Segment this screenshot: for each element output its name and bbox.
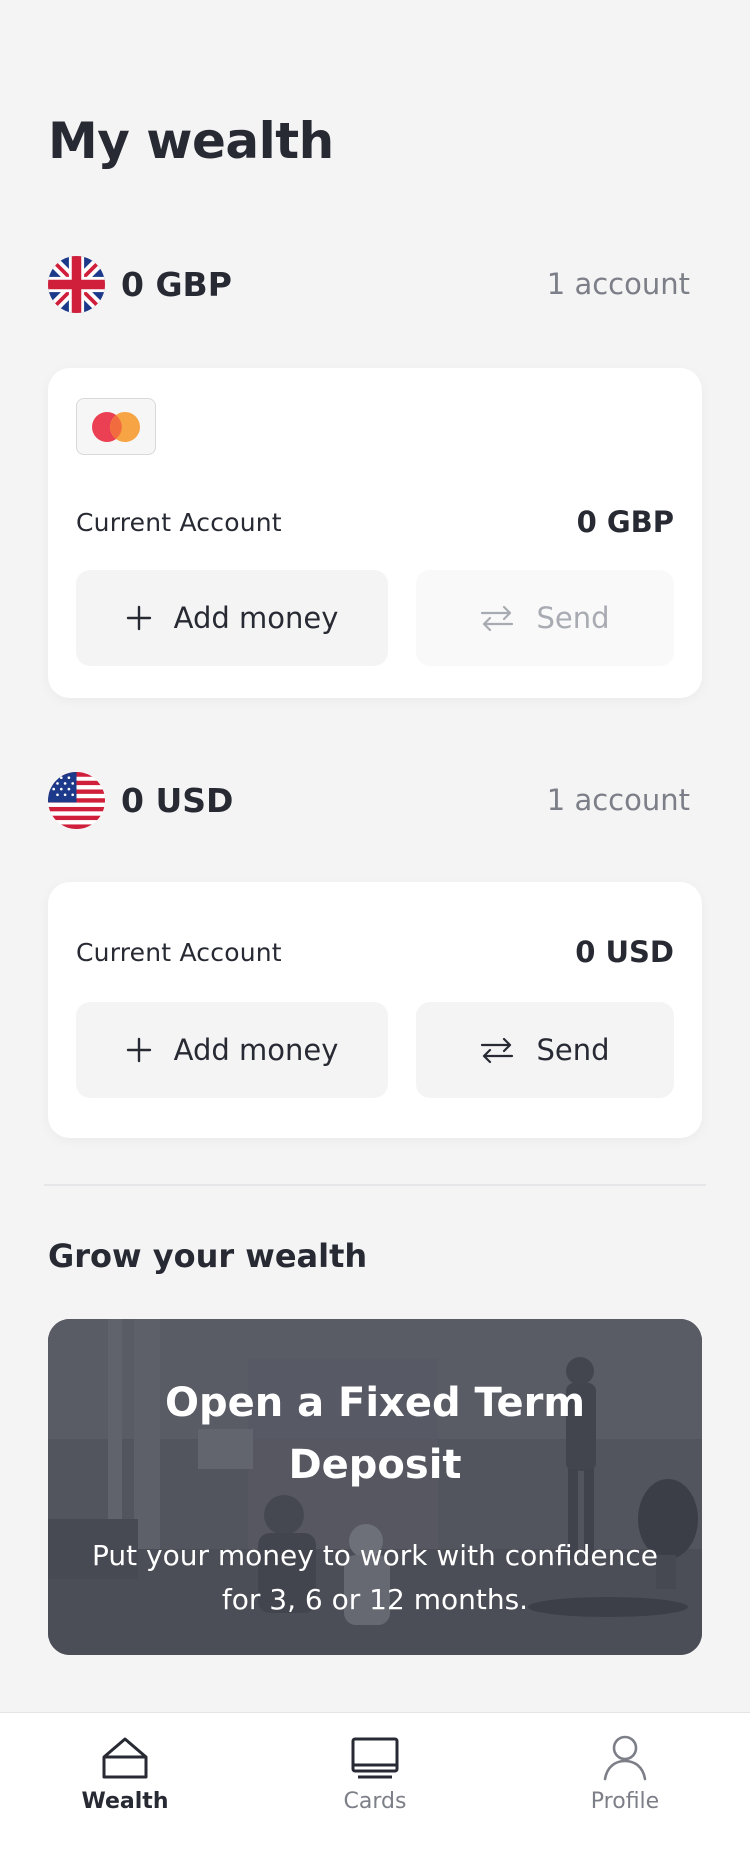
account-name: Current Account — [76, 507, 282, 537]
account-row: Current Account 0 USD — [76, 932, 674, 972]
uk-flag-icon — [48, 255, 105, 313]
account-count: 1 account — [546, 783, 690, 817]
account-balance: 0 USD — [575, 935, 674, 969]
plus-icon — [126, 605, 152, 631]
account-count: 1 account — [546, 267, 690, 301]
mastercard-icon — [76, 398, 156, 455]
grow-section-title: Grow your wealth — [48, 1237, 368, 1275]
bottom-tab-bar: Wealth Cards Profile — [0, 1712, 750, 1860]
add-money-label: Add money — [173, 1033, 339, 1067]
add-money-button[interactable]: Add money — [76, 570, 388, 666]
account-card-usd[interactable]: Current Account 0 USD Add money Send — [48, 882, 702, 1138]
account-card-gbp[interactable]: Current Account 0 GBP Add money Send — [48, 368, 702, 698]
tab-profile[interactable]: Profile — [545, 1727, 705, 1837]
person-icon — [600, 1727, 650, 1781]
currency-total: 0 USD — [121, 780, 234, 820]
page-title: My wealth — [48, 112, 334, 170]
home-icon — [100, 1727, 150, 1781]
tab-label: Cards — [343, 1789, 407, 1814]
send-button[interactable]: Send — [416, 570, 674, 666]
currency-total: 0 GBP — [121, 264, 232, 304]
card-icon — [350, 1727, 400, 1781]
account-balance: 0 GBP — [576, 505, 674, 539]
fixed-term-deposit-banner[interactable]: Open a Fixed Term Deposit Put your money… — [48, 1319, 702, 1655]
plus-icon — [126, 1037, 152, 1063]
add-money-label: Add money — [173, 601, 339, 635]
promo-title: Open a Fixed Term Deposit — [164, 1380, 586, 1488]
us-flag-icon — [48, 771, 105, 829]
send-label: Send — [536, 1033, 610, 1067]
currency-header-usd[interactable]: 0 USD 1 account — [48, 770, 690, 830]
currency-header-gbp[interactable]: 0 GBP 1 account — [48, 254, 690, 314]
send-label: Send — [536, 601, 610, 635]
add-money-button[interactable]: Add money — [76, 1002, 388, 1098]
transfer-arrows-icon — [480, 1036, 514, 1064]
tab-label: Profile — [590, 1789, 660, 1814]
account-name: Current Account — [76, 937, 282, 967]
tab-cards[interactable]: Cards — [295, 1727, 455, 1837]
tab-wealth[interactable]: Wealth — [45, 1727, 205, 1837]
transfer-arrows-icon — [480, 604, 514, 632]
send-button[interactable]: Send — [416, 1002, 674, 1098]
tab-label: Wealth — [81, 1789, 169, 1814]
promo-text: Put your money to work with confidence f… — [92, 1539, 658, 1616]
account-row: Current Account 0 GBP — [76, 502, 674, 542]
section-divider — [44, 1184, 706, 1186]
wealth-screen: My wealth 0 GBP 1 account Current Accoun… — [0, 0, 750, 1860]
